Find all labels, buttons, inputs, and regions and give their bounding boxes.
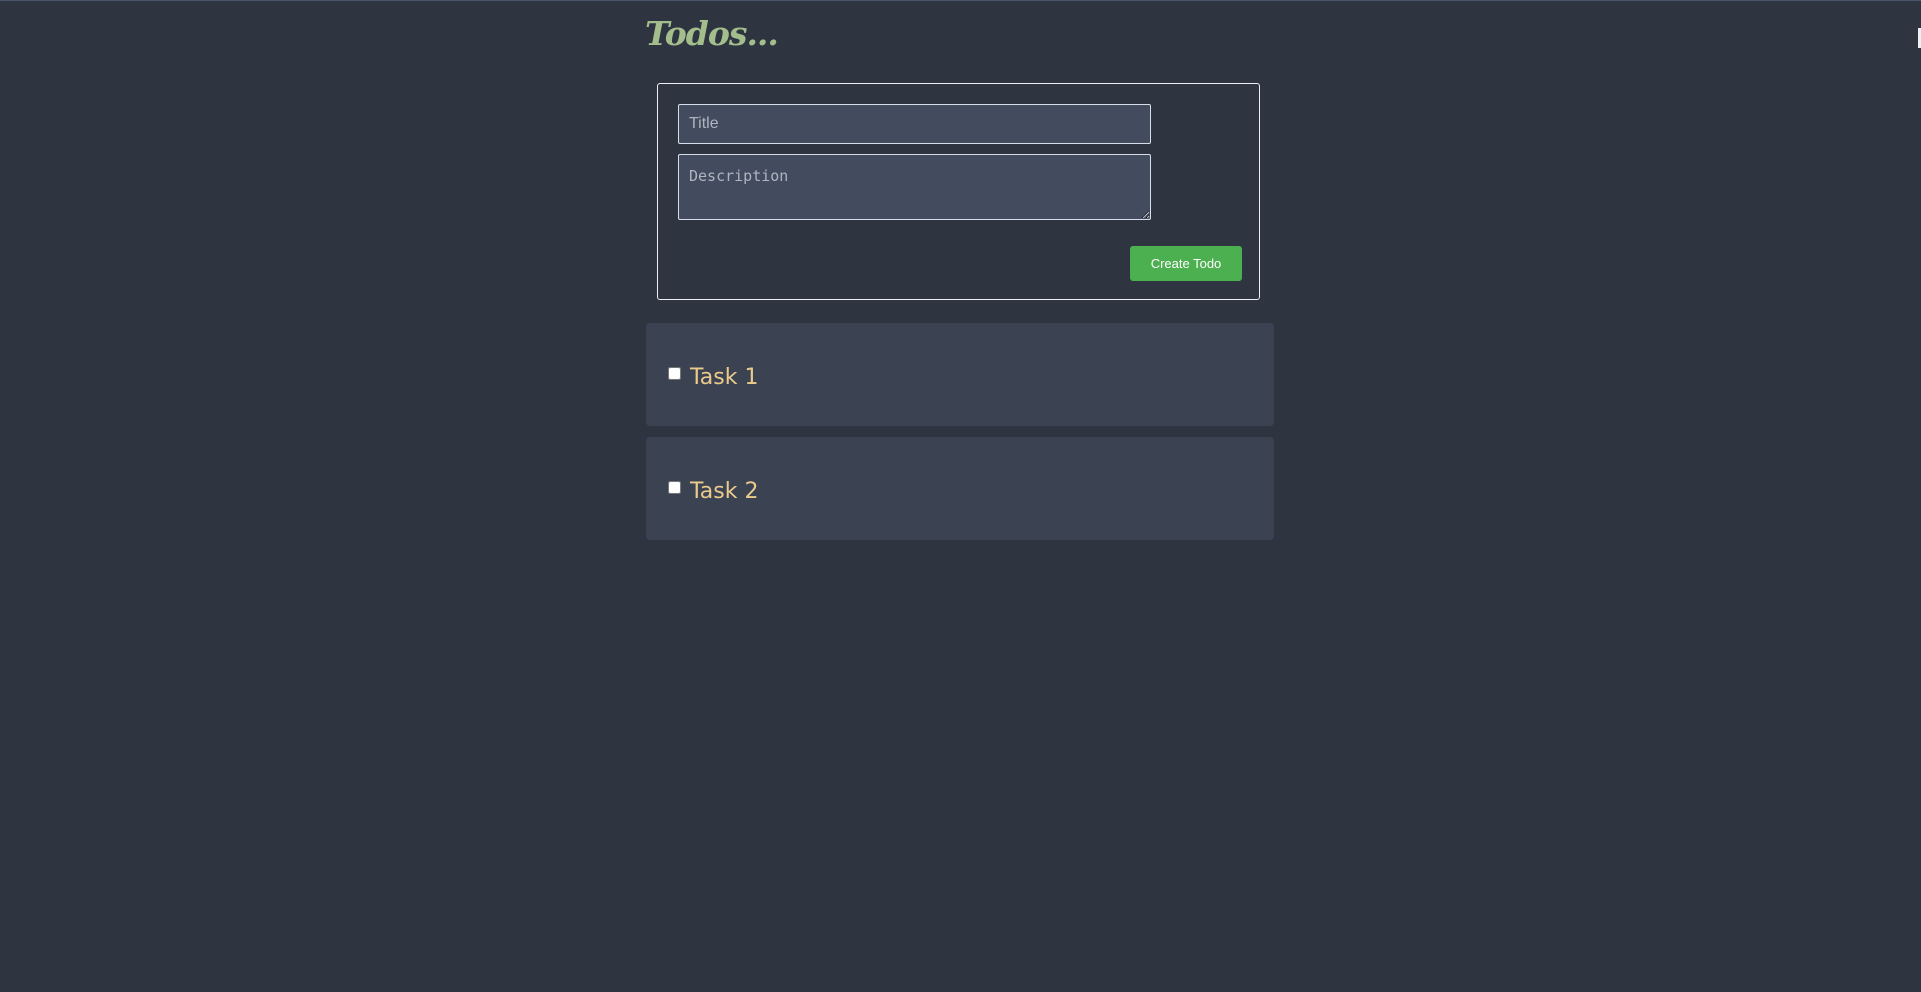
task-checkbox[interactable]: [668, 481, 681, 494]
task-checkbox[interactable]: [668, 367, 681, 380]
page-title: Todos...: [645, 14, 779, 53]
window-top-border: [0, 0, 1921, 1]
task-card: Task 1: [646, 323, 1274, 426]
task-title: Task 2: [690, 479, 759, 504]
task-title: Task 1: [690, 365, 759, 390]
task-list: Task 1 Task 2: [646, 323, 1274, 551]
create-todo-form: Create Todo: [657, 83, 1260, 300]
task-card: Task 2: [646, 437, 1274, 540]
title-input[interactable]: [678, 104, 1151, 144]
description-input[interactable]: [678, 154, 1151, 220]
create-todo-button[interactable]: Create Todo: [1130, 246, 1242, 281]
